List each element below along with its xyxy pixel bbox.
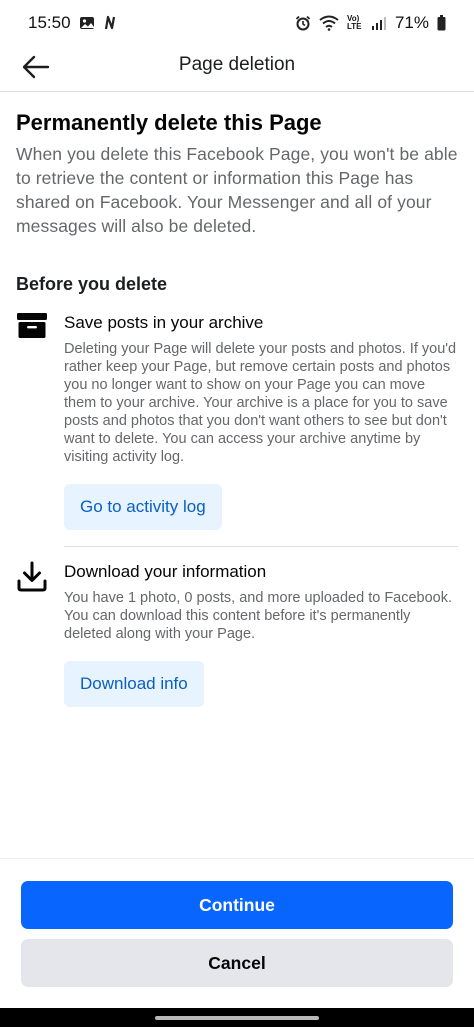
download-section-description: You have 1 photo, 0 posts, and more uplo… [64,590,453,642]
cancel-button[interactable]: Cancel [21,939,453,987]
go-to-activity-log-button[interactable]: Go to activity log [64,484,222,530]
deletion-intro-text: When you delete this Facebook Page, you … [16,144,458,236]
signal-icon [371,16,387,30]
continue-button[interactable]: Continue [21,881,453,929]
status-left: 15:50 [28,13,117,33]
archive-section-title: Save posts in your archive [64,313,264,332]
status-time: 15:50 [28,13,71,32]
app-header: Page deletion [0,46,474,92]
wifi-icon [319,15,339,31]
download-info-button[interactable]: Download info [64,661,204,707]
system-nav-bar [0,1008,474,1027]
download-section: Download your information You have 1 pho… [16,561,458,707]
home-gesture-handle[interactable] [155,1016,319,1020]
archive-box-icon [16,312,48,344]
main-content: Permanently delete this Page When you de… [16,108,458,707]
nfc-n-icon [103,15,117,31]
deletion-heading: Permanently delete this Page [16,110,322,135]
before-you-delete-heading: Before you delete [16,274,168,294]
battery-percent: 71% [394,13,429,32]
page-title: Page deletion [178,54,296,75]
archive-section-description: Deleting your Page will delete your post… [64,341,457,465]
archive-section: Save posts in your archive Deleting your… [16,312,458,547]
action-footer: Continue Cancel [0,858,474,1009]
status-right: Vo) LTE 71% [295,13,446,33]
section-divider [64,546,458,547]
download-icon [16,561,48,593]
status-bar: 15:50 Vo) LTE 71% [0,0,474,46]
download-section-title: Download your information [64,562,267,581]
alarm-icon [295,15,311,31]
network-type-label: Vo) LTE [346,14,362,31]
gallery-icon [79,15,95,31]
battery-icon [437,15,446,31]
